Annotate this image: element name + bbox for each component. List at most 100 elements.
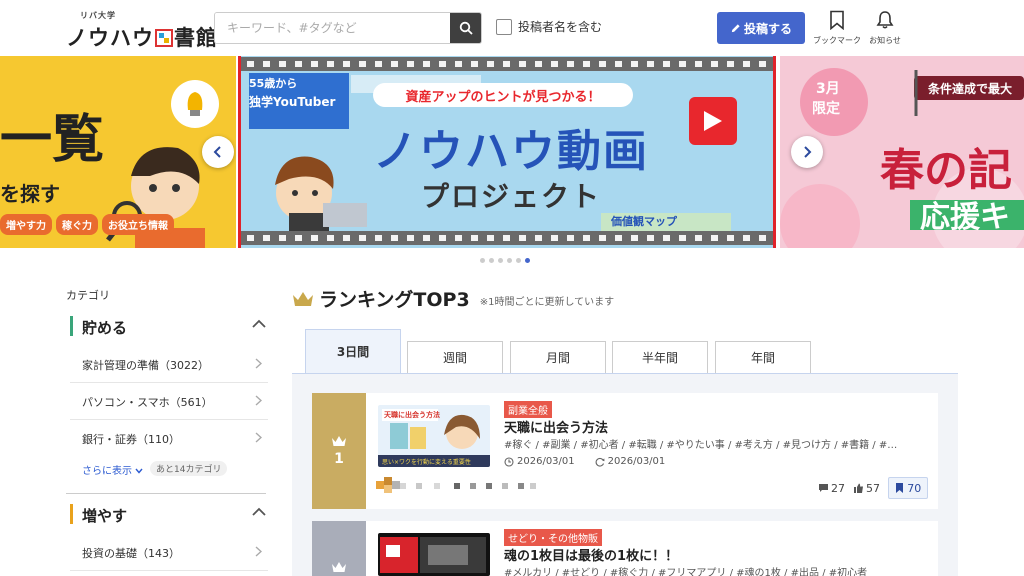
thumbnail-title: 天職に出会う方法	[384, 411, 440, 419]
carousel-dots	[480, 258, 530, 263]
banner-carousel: 一覧 を探す 増やす力 稼ぐ力 お役立ち情報 55歳から 独学YouTuber …	[0, 56, 1024, 248]
article-thumbnail[interactable]: 天職に出会う方法 思い×ワクを行動に変える重要性	[378, 405, 490, 467]
bookmark-icon	[830, 10, 844, 31]
prev-slide-subtitle: を探す	[0, 182, 60, 206]
article-thumbnail[interactable]	[378, 533, 490, 576]
more-count-badge: あと14カテゴリ	[150, 461, 228, 476]
notice-nav[interactable]: お知らせ	[861, 10, 909, 46]
article-dates: 2026/03/01 2026/03/01	[504, 456, 685, 467]
include-author-label: 投稿者名を含む	[518, 20, 603, 34]
carousel-dot-active[interactable]	[525, 258, 530, 263]
category-section-label: 貯める	[82, 319, 128, 337]
banner-slide-current[interactable]: 55歳から 独学YouTuber 資産アップのヒントが見つかる！ ノウハウ動画 …	[238, 56, 776, 248]
chevron-right-icon	[804, 146, 812, 158]
category-item[interactable]: 銀行・証券（110）	[70, 420, 268, 457]
comment-count: 27	[818, 482, 845, 495]
chevron-down-icon	[135, 468, 143, 474]
tab-half-year[interactable]: 半年間	[612, 341, 708, 373]
ranking-note: ※1時間ごとに更新しています	[479, 296, 615, 308]
chip: 稼ぐ力	[56, 214, 98, 235]
next-slide-title: 春の記	[880, 145, 1012, 196]
bookmark-nav[interactable]: ブックマーク	[813, 10, 861, 46]
refresh-icon	[595, 457, 605, 467]
current-slide-tag2: 独学YouTuber	[249, 95, 336, 109]
thumbnail-art	[378, 533, 490, 576]
category-item-label: 家計管理の準備（3022）	[82, 359, 209, 372]
banner-slide-prev[interactable]: 一覧 を探す 増やす力 稼ぐ力 お役立ち情報	[0, 56, 236, 248]
pencil-icon	[731, 23, 740, 32]
carousel-dot[interactable]	[498, 258, 503, 263]
include-author-checkbox[interactable]	[496, 18, 512, 35]
current-slide-tag1: 55歳から	[249, 77, 298, 90]
carousel-dot[interactable]	[516, 258, 521, 263]
author-avatar[interactable]	[376, 477, 410, 493]
category-badge[interactable]: せどり・その他物販	[504, 529, 602, 546]
bookmark-count-button[interactable]: 70	[888, 477, 928, 499]
author-name-redacted	[416, 483, 536, 489]
like-count: 57	[853, 482, 880, 495]
clock-icon	[504, 456, 514, 467]
carousel-dot[interactable]	[480, 258, 485, 263]
comment-icon	[819, 484, 828, 492]
category-item[interactable]: 家計管理の準備（3022）	[70, 346, 268, 383]
next-slide-limited: 限定	[812, 101, 840, 117]
chevron-up-icon[interactable]	[252, 319, 266, 329]
chevron-right-icon	[255, 546, 262, 557]
show-more-link[interactable]: さらに表示	[82, 462, 143, 477]
next-slide-condition: 条件達成で最大	[928, 82, 1013, 96]
include-author-toggle[interactable]: 投稿者名を含む	[496, 18, 602, 35]
category-item-label: 銀行・証券（110）	[82, 433, 180, 446]
current-slide-title: ノウハウ動画	[373, 126, 649, 177]
chevron-up-icon[interactable]	[252, 507, 266, 517]
logo-text: ノウハウ 書館	[66, 26, 218, 50]
post-button-label: 投稿する	[743, 21, 792, 36]
article-tags[interactable]: #稼ぐ / #副業 / #初心者 / #転職 / #やりたい事 / #考え方 /…	[504, 436, 912, 451]
article-title[interactable]: 天職に出会う方法	[504, 417, 608, 436]
carousel-dot[interactable]	[489, 258, 494, 263]
category-item[interactable]: パソコン・スマホ（561）	[70, 383, 268, 420]
article-stats: 27 57 70	[818, 477, 928, 499]
bookmark-icon	[895, 483, 903, 493]
category-badge[interactable]: 副業全般	[504, 401, 552, 418]
post-button[interactable]: 投稿する	[717, 12, 805, 44]
logo-mark-icon	[155, 29, 173, 47]
ranking-title: ランキングTOP3	[319, 289, 470, 311]
ranking-card[interactable]: せどり・その他物販 魂の1枚目は最後の1枚に！！ #メルカリ / #せどり / …	[312, 521, 938, 576]
chip: お役立ち情報	[102, 214, 174, 235]
tab-yearly[interactable]: 年間	[715, 341, 811, 373]
chevron-left-icon	[213, 146, 221, 158]
thumbs-up-icon	[854, 483, 863, 493]
bookmark-label: ブックマーク	[813, 36, 861, 45]
thumbnail-caption: 思い×ワクを行動に変える重要性	[382, 459, 471, 466]
tab-monthly[interactable]: 月間	[510, 341, 606, 373]
logo-tagline: リバ大学	[80, 11, 116, 20]
category-section-grow[interactable]: 増やす	[70, 503, 268, 525]
crown-icon	[332, 562, 346, 572]
category-section-save[interactable]: 貯める	[70, 315, 268, 337]
article-title[interactable]: 魂の1枚目は最後の1枚に！！	[504, 545, 678, 564]
search-input[interactable]	[215, 13, 451, 43]
prev-slide-chips: 増やす力 稼ぐ力 お役立ち情報	[0, 214, 174, 235]
ranking-header: ランキングTOP3 ※1時間ごとに更新しています	[292, 285, 614, 312]
rank-number: 1	[334, 451, 344, 467]
chevron-right-icon	[255, 358, 262, 369]
carousel-dot[interactable]	[507, 258, 512, 263]
category-item-label: 投資の基礎（143）	[82, 547, 180, 560]
updated-date: 2026/03/01	[607, 456, 666, 467]
category-section-label: 増やす	[82, 507, 128, 525]
chevron-right-icon	[255, 395, 262, 406]
article-tags[interactable]: #メルカリ / #せどり / #稼ぐ力 / #フリマアプリ / #魂の1枚 / …	[504, 564, 912, 576]
crown-icon	[293, 291, 313, 306]
site-logo[interactable]: リバ大学 ノウハウ 書館	[66, 10, 217, 50]
category-item[interactable]: 投資の基礎（143）	[70, 534, 268, 571]
site-header: リバ大学 ノウハウ書館 投稿者名を含む 投稿する ブックマーク お知らせ	[0, 0, 1024, 56]
carousel-prev-button[interactable]	[202, 136, 234, 168]
carousel-next-button[interactable]	[791, 136, 823, 168]
category-item-label: パソコン・スマホ（561）	[82, 396, 213, 409]
crown-icon	[332, 436, 346, 446]
ranking-card[interactable]: 1 天職に出会う方法 思い×ワクを行動に変える重要性 副業全般 天職に出会う方法…	[312, 393, 938, 509]
tab-3days[interactable]: 3日間	[305, 329, 401, 373]
tab-weekly[interactable]: 週間	[407, 341, 503, 373]
search-button[interactable]	[450, 13, 481, 43]
chevron-right-icon	[255, 432, 262, 443]
